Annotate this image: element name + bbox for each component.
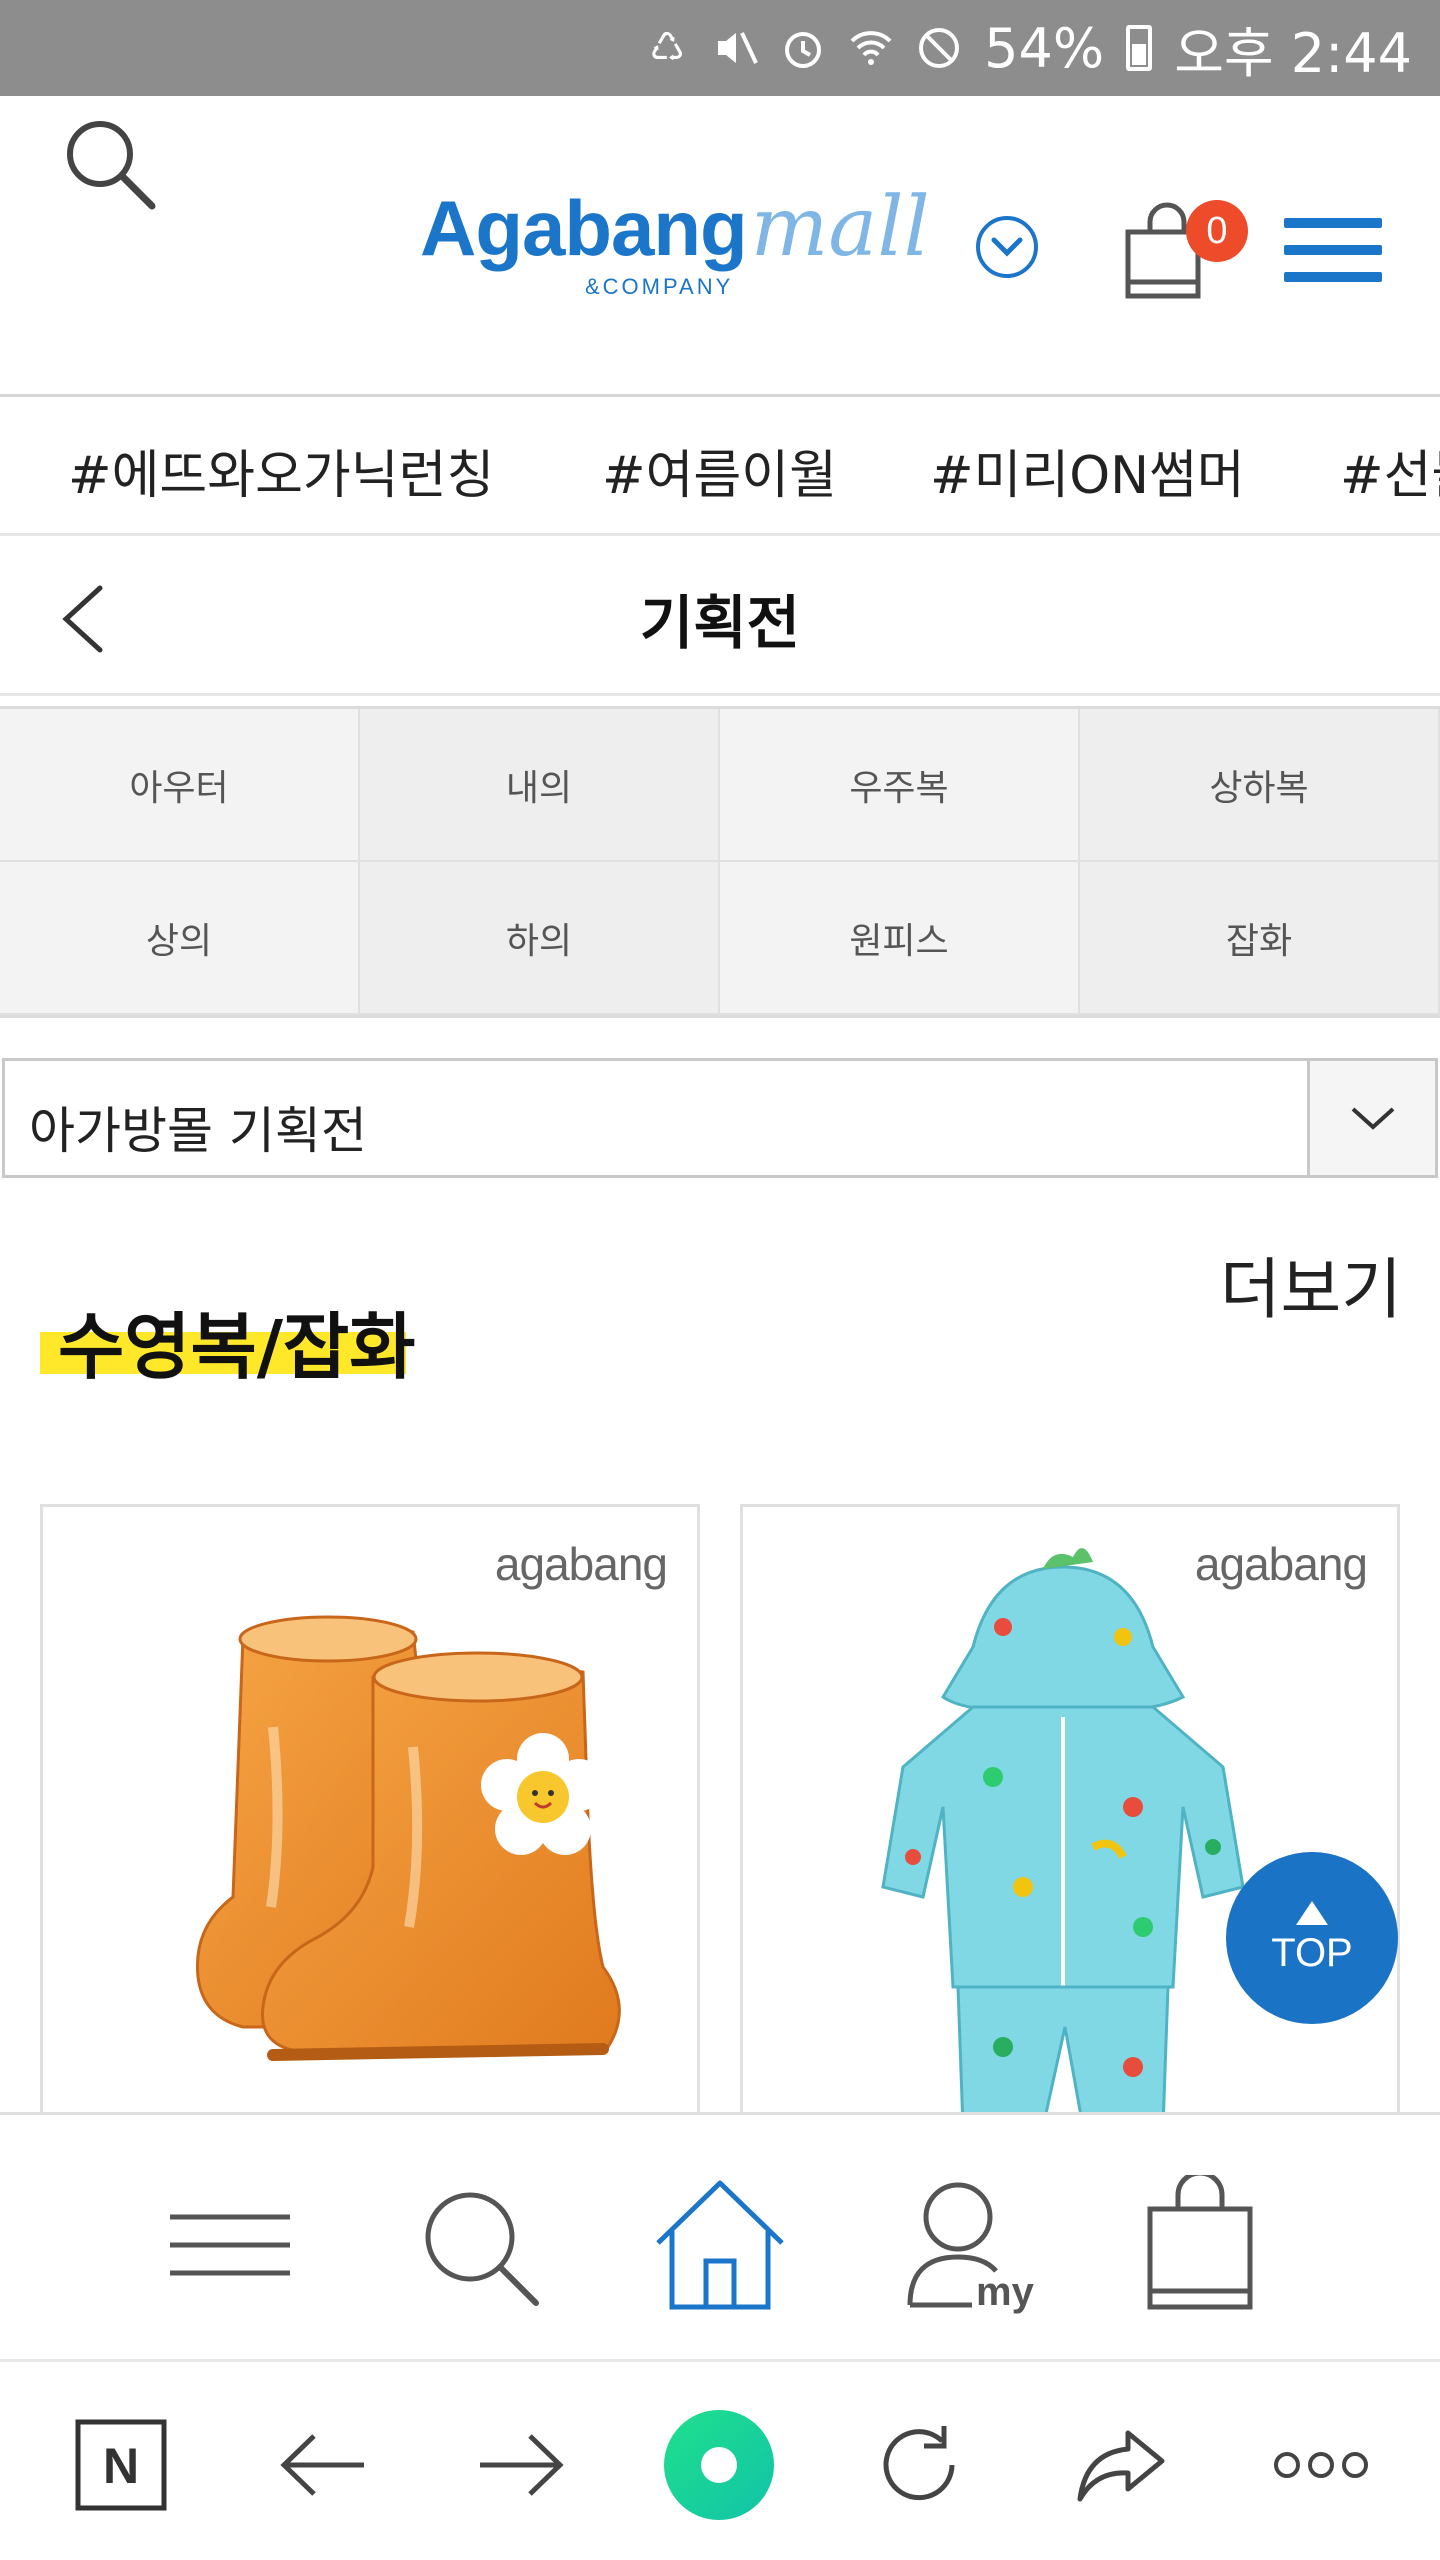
mute-icon (712, 25, 758, 71)
product-card[interactable]: agabang (740, 1504, 1400, 2124)
search-icon[interactable] (58, 112, 158, 212)
section-heading: 수영복/잡화 (40, 1288, 416, 1393)
battery-percent: 54% (984, 16, 1105, 80)
cart-count-badge: 0 (1186, 200, 1248, 262)
logo-main-text: Agabang (420, 184, 748, 272)
hashtag-bar: #에뜨와오가닉런칭 #여름이월 #미리ON썸머 #선물 (0, 394, 1440, 536)
app-bottom-nav: my (0, 2112, 1440, 2362)
chevron-down-icon[interactable] (1307, 1061, 1435, 1175)
shopping-bag-icon[interactable] (1130, 2170, 1270, 2315)
menu-icon[interactable] (160, 2175, 300, 2315)
menu-icon-line (1284, 272, 1382, 282)
wifi-icon (848, 25, 894, 71)
battery-icon (1126, 25, 1153, 71)
svg-text:N: N (103, 2438, 139, 2494)
brand-label: agabang (1194, 1538, 1368, 1590)
event-select-value: 아가방몰 기획전 (29, 1102, 367, 1160)
product-card[interactable]: agabang (40, 1504, 700, 2124)
more-icon[interactable] (1266, 2410, 1376, 2520)
logo-sub-text: &COMPANY (585, 274, 734, 299)
category-grid: 아우터 내의 우주복 상하복 상의 하의 원피스 잡화 (0, 706, 1440, 1018)
category-bodysuit[interactable]: 우주복 (720, 709, 1080, 862)
logo-mall-text: mall (750, 180, 930, 275)
category-outer[interactable]: 아우터 (0, 709, 360, 862)
swimsuit-image (881, 1548, 1245, 2121)
category-set[interactable]: 상하복 (1080, 709, 1440, 862)
browser-toolbar: N (0, 2362, 1440, 2560)
forward-arrow-icon[interactable] (466, 2410, 576, 2520)
status-bar: ♺ 54% 오후 2:44 (0, 0, 1440, 96)
blocked-icon (916, 25, 962, 71)
naver-icon[interactable]: N (66, 2410, 176, 2520)
back-arrow-icon[interactable] (268, 2410, 378, 2520)
brand-label: agabang (494, 1538, 668, 1590)
hashtag-link[interactable]: #에뜨와오가닉런칭 (68, 433, 494, 508)
hashtag-link[interactable]: #여름이월 (602, 433, 837, 508)
home-icon[interactable] (650, 2175, 790, 2315)
my-page-icon[interactable]: my (900, 2175, 1040, 2315)
menu-button[interactable] (1284, 218, 1382, 282)
menu-icon-line (1284, 245, 1382, 255)
menu-icon-line (1284, 218, 1382, 228)
alarm-icon (780, 25, 826, 71)
scroll-top-button[interactable]: TOP (1226, 1852, 1398, 2024)
green-dot-icon[interactable] (664, 2410, 774, 2520)
share-icon[interactable] (1066, 2410, 1176, 2520)
category-underwear[interactable]: 내의 (360, 709, 720, 862)
hashtag-link[interactable]: #미리ON썸머 (930, 433, 1245, 508)
scroll-top-label: TOP (1271, 1930, 1353, 1975)
refresh-icon[interactable] (864, 2410, 974, 2520)
chevron-down-icon (991, 237, 1023, 257)
rain-boots-image (195, 1615, 621, 2061)
section-title: 수영복/잡화 (58, 1305, 416, 1389)
event-select[interactable]: 아가방몰 기획전 (2, 1058, 1438, 1178)
more-link[interactable]: 더보기 (1220, 1236, 1402, 1332)
arrow-up-icon (1296, 1900, 1328, 1925)
svg-text:my: my (976, 2270, 1035, 2314)
mall-dropdown-button[interactable] (976, 216, 1038, 278)
search-icon[interactable] (408, 2175, 548, 2315)
clock: 오후 2:44 (1174, 21, 1412, 85)
category-accessories[interactable]: 잡화 (1080, 862, 1440, 1015)
page-title: 기획전 (639, 589, 801, 657)
site-logo[interactable]: Agabang mall (420, 180, 930, 275)
page-title-bar: 기획전 (0, 536, 1440, 696)
category-top[interactable]: 상의 (0, 862, 360, 1015)
category-dress[interactable]: 원피스 (720, 862, 1080, 1015)
recycle-icon: ♺ (649, 25, 686, 71)
category-bottom[interactable]: 하의 (360, 862, 720, 1015)
hashtag-link[interactable]: #선물 (1340, 433, 1440, 508)
